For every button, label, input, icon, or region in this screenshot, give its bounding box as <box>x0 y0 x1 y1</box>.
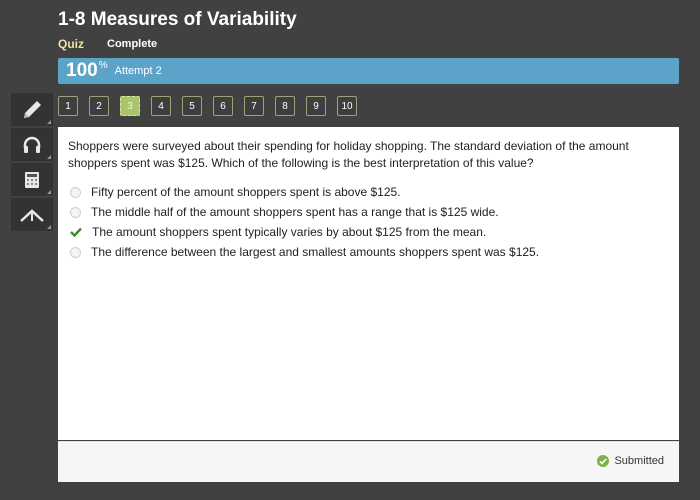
answer-option-text: The difference between the largest and s… <box>91 245 540 259</box>
question-button-4[interactable]: 4 <box>151 96 171 116</box>
question-text: Shoppers were surveyed about their spend… <box>68 139 629 170</box>
question-button-10[interactable]: 10 <box>337 96 357 116</box>
question-button-5[interactable]: 5 <box>182 96 202 116</box>
answer-option-text: Fifty percent of the amount shoppers spe… <box>91 185 401 199</box>
audio-tool-button[interactable] <box>11 128 53 163</box>
radio-button[interactable] <box>70 206 81 218</box>
page-title: 1-8 Measures of Variability <box>58 9 297 30</box>
completion-status: Complete <box>107 38 158 50</box>
submission-status: Submitted <box>597 455 664 467</box>
answer-option[interactable]: The middle half of the amount shoppers s… <box>70 202 539 222</box>
answer-option[interactable]: Fifty percent of the amount shoppers spe… <box>70 182 539 202</box>
question-card: Shoppers were surveyed about their spend… <box>58 127 679 440</box>
question-button-9[interactable]: 9 <box>306 96 326 116</box>
answer-options: Fifty percent of the amount shoppers spe… <box>70 182 539 262</box>
score-percent: 100 <box>66 60 98 81</box>
calculator-icon <box>25 171 39 188</box>
question-footer: Submitted <box>58 441 679 482</box>
question-button-8[interactable]: 8 <box>275 96 295 116</box>
percent-sign: % <box>98 59 108 71</box>
answer-option[interactable]: The difference between the largest and s… <box>70 242 539 262</box>
radio-button[interactable] <box>70 246 81 258</box>
attempt-label: Attempt 2 <box>114 65 162 77</box>
question-button-1[interactable]: 1 <box>58 96 78 116</box>
check-circle-icon <box>597 455 610 467</box>
corner-indicator <box>47 120 51 124</box>
answer-option-text: The middle half of the amount shoppers s… <box>91 205 499 219</box>
corner-indicator <box>47 190 51 194</box>
radio-button[interactable] <box>70 186 81 198</box>
pencil-tool-button[interactable] <box>11 93 53 128</box>
answer-option-correct[interactable]: The amount shoppers spent typically vari… <box>70 222 539 242</box>
question-button-7[interactable]: 7 <box>244 96 264 116</box>
caret-up-icon <box>20 208 44 222</box>
corner-indicator <box>47 225 51 229</box>
score-progress-bar: 100 % Attempt 2 <box>58 58 679 84</box>
subtitle-row: Quiz Complete <box>58 37 157 51</box>
activity-type-label: Quiz <box>58 37 84 51</box>
calculator-tool-button[interactable] <box>11 163 53 198</box>
question-button-3[interactable]: 3 <box>120 96 140 116</box>
corner-indicator <box>47 155 51 159</box>
submission-status-text: Submitted <box>614 455 664 467</box>
checkmark-icon <box>70 227 83 237</box>
pencil-icon <box>24 100 41 118</box>
headphones-icon <box>23 136 41 153</box>
question-navigator: 1 2 3 4 5 6 7 8 9 10 <box>58 96 368 116</box>
question-button-6[interactable]: 6 <box>213 96 233 116</box>
exponent-tool-button[interactable] <box>11 198 53 233</box>
tools-toolbar <box>11 93 53 233</box>
question-button-2[interactable]: 2 <box>89 96 109 116</box>
answer-option-text: The amount shoppers spent typically vari… <box>92 225 487 239</box>
